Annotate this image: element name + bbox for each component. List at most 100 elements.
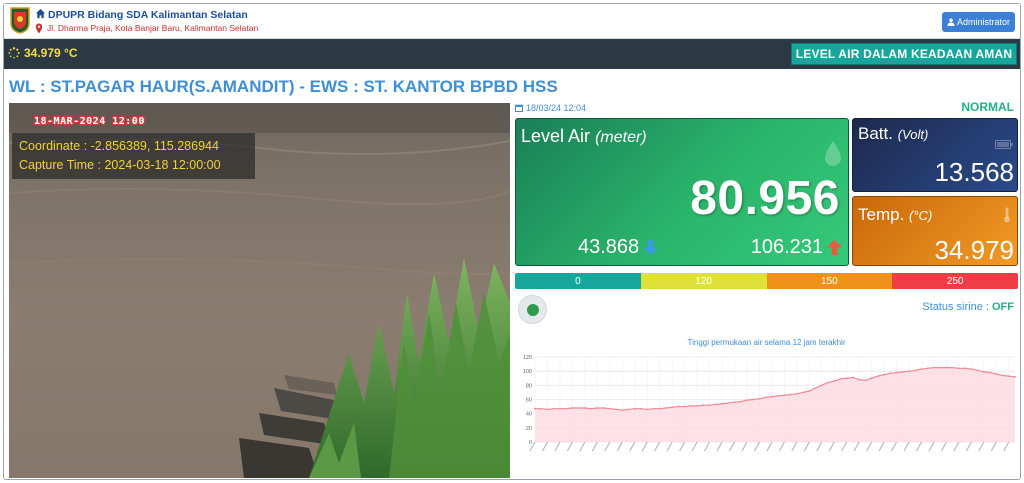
organization-address: Jl. Dharma Praja, Kota Banjar Baru, Kali… <box>47 23 259 33</box>
x-tick-mark <box>828 441 835 452</box>
water-level-title: Level Air (meter) <box>521 126 647 147</box>
chart-point <box>845 377 848 380</box>
temperature-indicator: 34.979 °C <box>8 46 78 60</box>
chart-point <box>602 407 605 409</box>
chart-point <box>901 370 904 373</box>
chart-point <box>721 402 723 405</box>
chart-point <box>608 407 611 410</box>
x-tick-mark <box>666 441 673 452</box>
chart-point <box>665 407 667 409</box>
chart-point <box>770 395 773 398</box>
chart-area <box>535 367 1015 442</box>
chart-point <box>808 390 811 392</box>
temperature-unit: (°C) <box>909 208 933 223</box>
chart-point <box>758 397 761 400</box>
organization-name[interactable]: DPUPR Bidang SDA Kalimantan Selatan <box>48 9 248 21</box>
y-tick-label: 100 <box>523 369 532 375</box>
chart-point <box>733 401 736 404</box>
chart-point <box>534 407 536 410</box>
chart-title: Tinggi permukaan air selama 12 jam terak… <box>687 338 846 347</box>
chart-point <box>839 378 842 380</box>
water-level-card: Level Air (meter) 80.956 43.868 106.231 <box>515 118 849 266</box>
x-tick-mark <box>541 441 548 452</box>
chart-point <box>540 407 543 410</box>
x-tick-mark <box>891 441 898 452</box>
siren-indicator <box>518 295 547 324</box>
x-tick-mark <box>629 441 636 452</box>
siren-status: Status sirine : OFF <box>922 301 1014 313</box>
y-tick-label: 20 <box>526 426 532 432</box>
chart-point <box>783 394 786 397</box>
x-tick-mark <box>878 441 885 452</box>
chart-point <box>995 373 998 375</box>
x-tick-mark <box>641 441 648 452</box>
camera-coordinate: Coordinate : -2.856389, 115.286944 <box>19 139 219 153</box>
home-icon[interactable] <box>35 8 46 19</box>
camera-info-box: Coordinate : -2.856389, 115.286944 Captu… <box>12 133 255 179</box>
chart-point <box>876 375 879 378</box>
water-level-alert-banner: LEVEL AIR DALAM KEADAAN AMAN <box>791 43 1017 65</box>
arrow-down-icon <box>643 239 659 256</box>
top-header: DPUPR Bidang SDA Kalimantan Selatan Jl. … <box>4 4 1020 39</box>
x-tick-mark <box>953 441 960 452</box>
x-tick-mark <box>766 441 773 452</box>
chart-point <box>1001 374 1004 377</box>
chart-point <box>895 371 898 374</box>
reading-timestamp: 18/03/24 12:04 <box>515 103 586 113</box>
y-tick-label: 80 <box>526 383 532 389</box>
battery-title: Batt. (Volt) <box>858 124 928 144</box>
camera-feed[interactable]: 18-MAR-2024 12:00 Coordinate : -2.856389… <box>9 103 510 478</box>
chart-point <box>683 405 686 408</box>
water-level-unit: (meter) <box>595 129 647 146</box>
chart-point <box>852 376 854 379</box>
chart-point <box>864 379 867 382</box>
threshold-alert-1: 120 <box>640 273 767 289</box>
chart-point <box>708 404 711 407</box>
chart-point <box>739 400 742 403</box>
x-tick-mark <box>554 441 561 452</box>
x-tick-mark <box>965 441 972 452</box>
temperature-card: Temp. (°C) 34.979 <box>852 196 1018 266</box>
chart-point <box>939 366 942 369</box>
x-tick-mark <box>616 441 623 452</box>
chart-point <box>689 404 692 407</box>
battery-unit: (Volt) <box>897 127 929 142</box>
chart-point <box>640 407 642 410</box>
chart-point <box>559 407 561 410</box>
temperature-title: Temp. (°C) <box>858 205 932 225</box>
chart-point <box>789 393 792 396</box>
x-tick-mark <box>579 441 586 452</box>
app-window: DPUPR Bidang SDA Kalimantan Selatan Jl. … <box>3 3 1021 480</box>
chart-point <box>646 408 649 411</box>
threshold-bar: 0 120 150 250 <box>515 273 1018 289</box>
chart-point <box>677 405 680 408</box>
y-tick-label: 40 <box>526 412 532 418</box>
x-tick-mark <box>978 441 985 452</box>
chart-point <box>577 407 580 409</box>
siren-status-label: Status sirine : <box>922 301 989 313</box>
battery-icon <box>995 140 1013 149</box>
chart-point <box>633 407 636 410</box>
chart-point <box>982 370 985 373</box>
chart-point <box>958 367 960 370</box>
y-tick-label: 120 <box>523 355 532 361</box>
camera-date-overlay: 18-MAR-2024 12:00 <box>34 116 145 127</box>
y-tick-label: 60 <box>526 398 532 404</box>
siren-status-value: OFF <box>992 301 1014 313</box>
chart-point <box>870 377 873 380</box>
battery-card: Batt. (Volt) 13.568 <box>852 118 1018 192</box>
x-tick-mark <box>1003 441 1010 452</box>
water-level-max-value: 106.231 <box>750 236 823 258</box>
chart-point <box>727 402 730 404</box>
threshold-safe: 0 <box>515 273 641 289</box>
camera-capture-time: Capture Time : 2024-03-18 12:00:00 <box>19 158 221 172</box>
map-pin-icon <box>35 23 43 34</box>
x-tick-mark <box>940 441 947 452</box>
x-tick-mark <box>915 441 923 452</box>
station-title: WL : ST.PAGAR HAUR(S.AMANDIT) - EWS : ST… <box>9 77 558 96</box>
x-tick-mark <box>691 441 698 452</box>
administrator-button[interactable]: Administrator <box>942 12 1015 32</box>
chart-point <box>671 406 674 409</box>
chart-point <box>777 395 780 397</box>
chart-point <box>1007 375 1010 378</box>
